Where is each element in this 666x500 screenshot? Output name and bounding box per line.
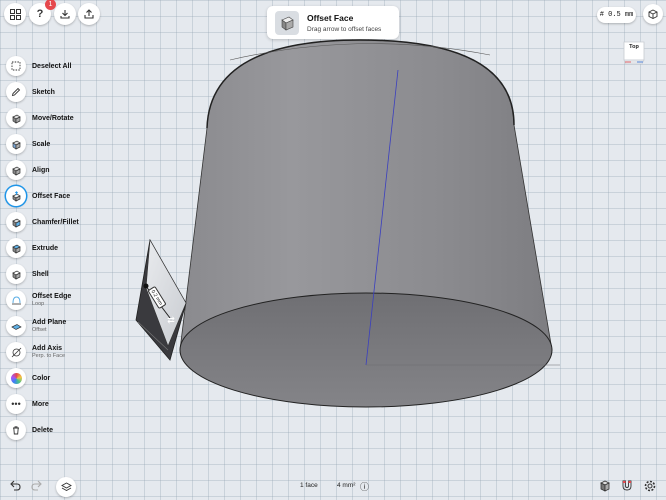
undo-icon — [10, 480, 21, 491]
tool-label: Color — [32, 374, 51, 382]
offset-edge-icon — [6, 290, 26, 310]
selection-status: 1 face — [300, 482, 318, 489]
info-icon[interactable]: ⓘ — [360, 480, 369, 493]
tool-label: Delete — [32, 426, 54, 434]
tool-offset-edge[interactable]: Offset Edge Loop — [6, 289, 86, 311]
tool-extrude[interactable]: Extrude — [6, 237, 86, 259]
tool-delete[interactable]: Delete — [6, 419, 86, 441]
tool-sublabel: Loop — [32, 301, 45, 307]
deselect-icon — [6, 56, 26, 76]
shell-icon — [6, 264, 26, 284]
tool-label: Add Axis — [32, 345, 63, 352]
cube-render-icon — [600, 480, 610, 492]
snap-button[interactable] — [620, 479, 634, 493]
tool-label: Sketch — [32, 88, 55, 96]
scale-icon — [6, 134, 26, 154]
tool-add-plane[interactable]: Add Plane Offset — [6, 315, 86, 337]
share-button[interactable] — [78, 3, 100, 25]
tool-sketch[interactable]: Sketch — [6, 81, 86, 103]
tool-color[interactable]: Color — [6, 367, 86, 389]
tool-add-axis[interactable]: Add Axis Perp. to Face — [6, 341, 86, 363]
view-cube-icon — [648, 9, 658, 19]
gear-icon — [644, 480, 656, 492]
more-icon: ••• — [6, 394, 26, 414]
pencil-icon — [6, 82, 26, 102]
offset-arrow-icon[interactable]: ⇄ — [165, 314, 177, 326]
tool-label: Offset Face — [32, 192, 71, 200]
grid-icon — [9, 8, 21, 20]
settings-button[interactable] — [643, 479, 657, 493]
tool-label: Chamfer/Fillet — [32, 218, 79, 226]
tool-offset-face[interactable]: Offset Face — [6, 185, 86, 207]
download-icon — [60, 10, 70, 19]
magnet-icon — [622, 480, 632, 491]
align-icon — [6, 160, 26, 180]
hint-title: Offset Face — [307, 12, 354, 23]
layers-button[interactable] — [56, 477, 76, 497]
offset-face-thumbnail-icon — [275, 10, 299, 35]
cylinder-model[interactable] — [179, 39, 553, 408]
tool-label: Add Plane — [32, 319, 67, 326]
import-button[interactable] — [54, 3, 76, 25]
view-cube[interactable]: Top — [622, 40, 646, 68]
chamfer-icon — [6, 212, 26, 232]
tool-scale[interactable]: Scale — [6, 133, 86, 155]
tool-label: Scale — [32, 140, 51, 148]
redo-icon — [31, 480, 42, 491]
move-icon — [6, 108, 26, 128]
help-button[interactable]: ? 1 — [29, 0, 56, 25]
tool-align[interactable]: Align — [6, 159, 86, 181]
undo-button[interactable] — [8, 479, 22, 493]
tool-label: Shell — [32, 270, 49, 278]
color-icon — [6, 368, 26, 388]
redo-button[interactable] — [30, 479, 44, 493]
share-icon — [84, 9, 94, 19]
3d-viewport[interactable] — [0, 0, 666, 500]
tool-label: Extrude — [32, 244, 59, 252]
tool-chamfer-fillet[interactable]: Chamfer/Fillet — [6, 211, 86, 233]
view-cube-label: Top — [629, 44, 639, 50]
trash-icon — [6, 420, 26, 440]
tool-hint-card: Offset Face Drag arrow to offset faces — [267, 6, 399, 39]
tool-deselect-all[interactable]: Deselect All — [6, 55, 86, 77]
grid-menu-button[interactable] — [4, 3, 26, 25]
tool-sublabel: Perp. to Face — [32, 353, 66, 359]
plane-icon — [6, 316, 26, 336]
tool-move-rotate[interactable]: Move/Rotate — [6, 107, 86, 129]
tool-label: Move/Rotate — [32, 114, 74, 122]
tool-more[interactable]: ••• More — [6, 393, 86, 415]
tool-label: Align — [32, 166, 50, 174]
tool-shell[interactable]: Shell — [6, 263, 86, 285]
tool-label: More — [32, 400, 49, 408]
layers-icon — [60, 481, 72, 491]
hint-subtitle: Drag arrow to offset faces — [307, 25, 382, 33]
offset-face-icon — [6, 186, 26, 206]
render-mode-button[interactable] — [598, 479, 612, 493]
axis-icon — [6, 342, 26, 362]
tool-sublabel: Offset — [32, 327, 47, 333]
tool-label: Deselect All — [32, 62, 72, 70]
extrude-icon — [6, 238, 26, 258]
help-icon: ? — [36, 8, 44, 20]
view-button[interactable] — [643, 4, 663, 24]
area-status: 4 mm² — [337, 482, 356, 489]
grid-unit-selector[interactable]: # 0.5 mm — [597, 7, 636, 23]
tool-label: Offset Edge — [32, 293, 72, 300]
